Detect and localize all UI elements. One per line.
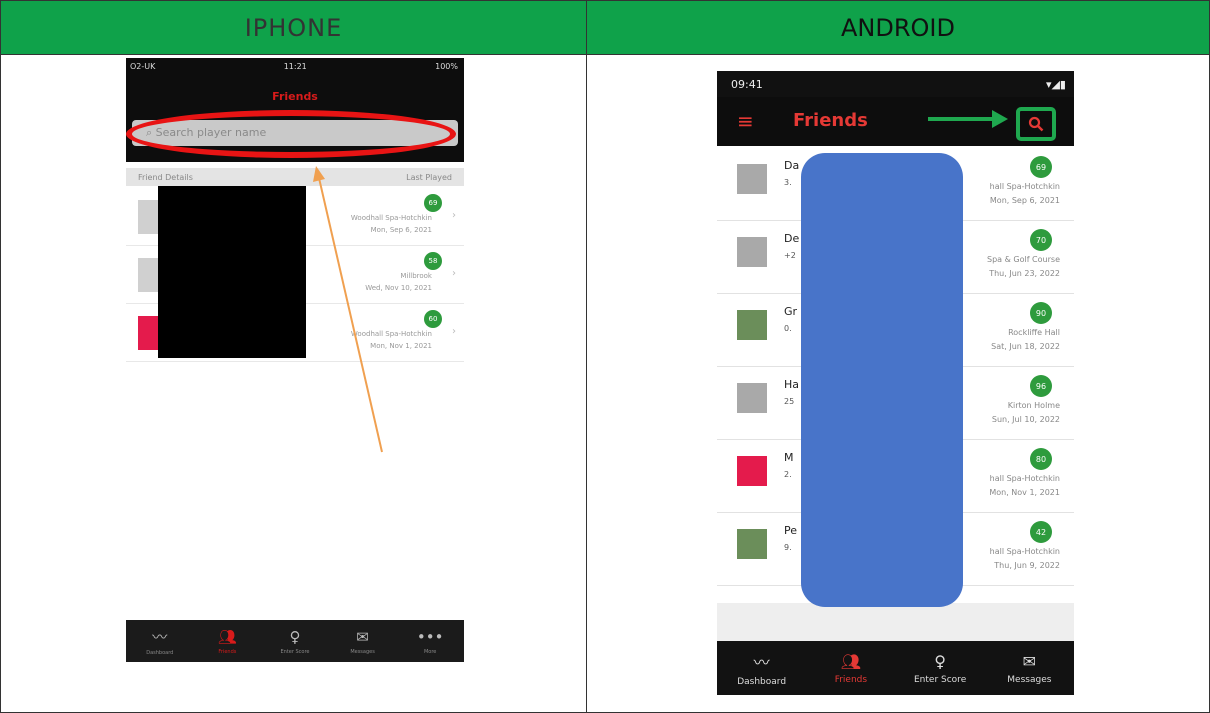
green-arrow-annotation: [928, 110, 1008, 128]
